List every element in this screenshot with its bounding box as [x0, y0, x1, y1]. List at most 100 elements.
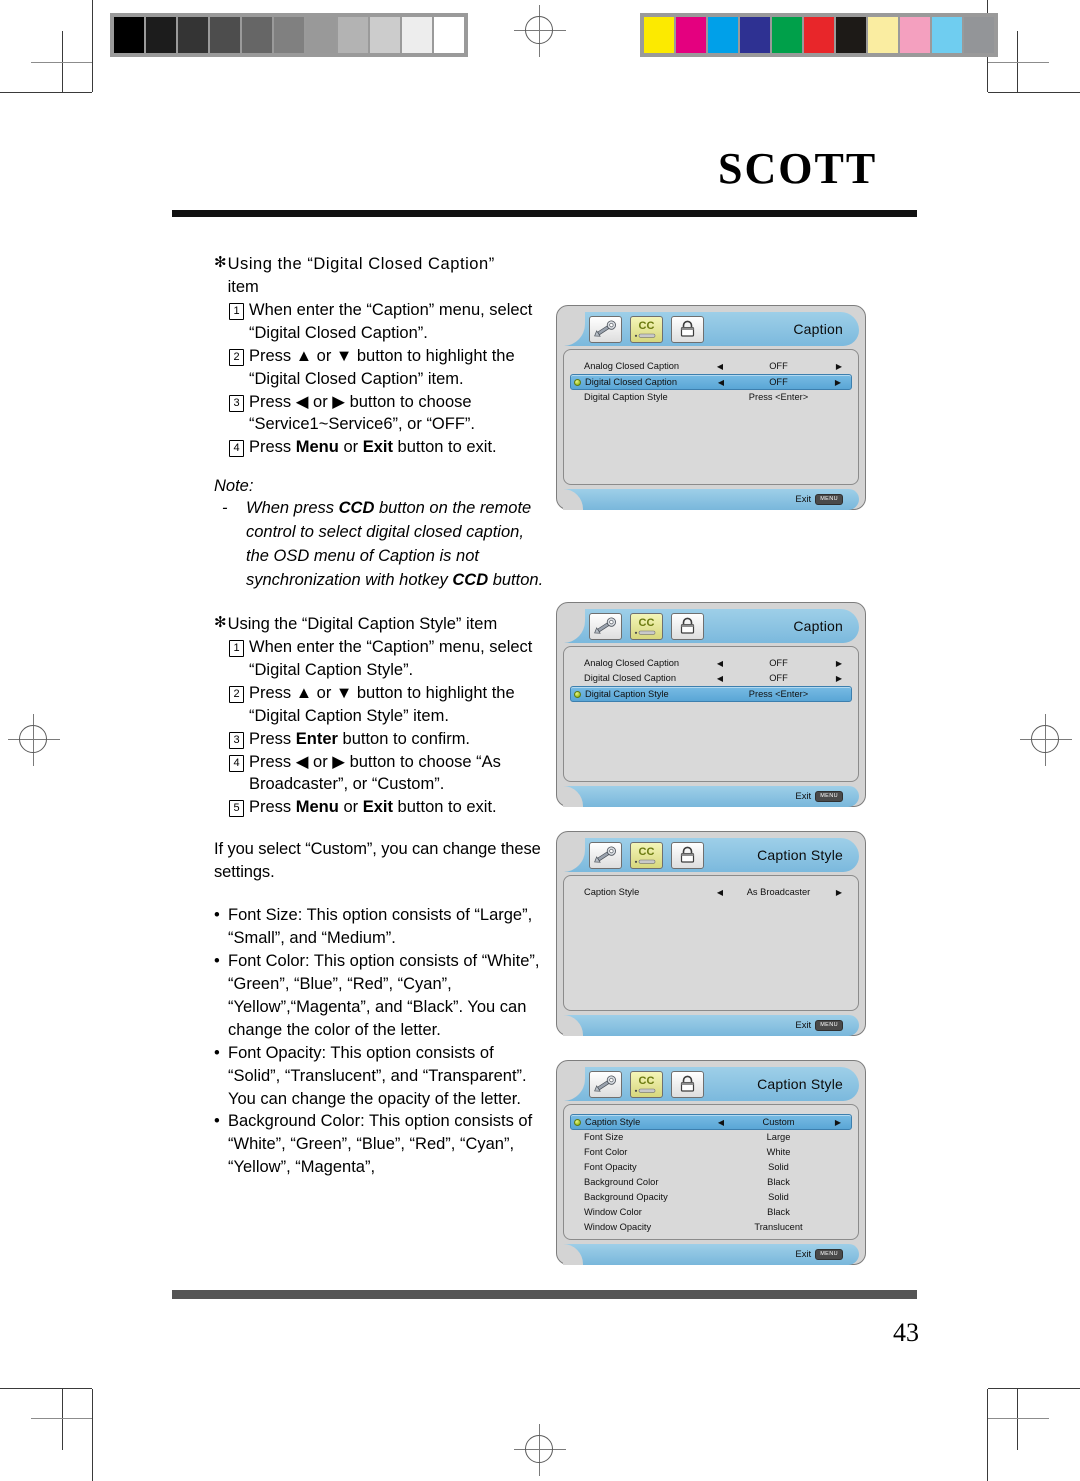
osd-footer: Exit MENU [563, 1015, 859, 1036]
osd-panel-caption-digital-caption-style[interactable]: CC Caption Analog Closed Caption ◀ OFF ▶ Digit… [556, 602, 866, 807]
list-item: 1 When enter the “Caption” menu, select … [214, 636, 544, 682]
osd-menu-row[interactable]: Digital Caption Style Press <Enter> [570, 686, 852, 702]
osd-menu-row[interactable]: Font Color White [570, 1145, 852, 1159]
osd-menu-row[interactable]: Window Color Black [570, 1205, 852, 1219]
key-exit: Exit [362, 438, 393, 457]
osd-row-value: Solid [768, 1162, 789, 1172]
left-arrow-icon[interactable]: ◀ [712, 659, 728, 668]
osd-row-value: Black [767, 1207, 790, 1217]
right-arrow-icon[interactable]: ▶ [828, 378, 848, 387]
osd-row-label: Digital Closed Caption [584, 673, 676, 683]
brand-logo: SCOTT [718, 144, 878, 193]
color-swatch-6 [836, 17, 866, 53]
right-arrow-icon[interactable]: ▶ [829, 888, 849, 897]
osd-panel-caption-digital-closed-caption[interactable]: CC Caption Analog Closed Caption ◀ OFF ▶ Digit… [556, 305, 866, 510]
list-item: • Font Color: This option consists of “W… [214, 950, 544, 1042]
osd-footer: Exit MENU [563, 489, 859, 510]
osd-menu-row[interactable]: Analog Closed Caption ◀ OFF ▶ [570, 359, 852, 373]
color-swatch-2 [708, 17, 738, 53]
grayscale-swatch-5 [274, 17, 304, 53]
list-item: • Font Opacity: This option consists of … [214, 1042, 544, 1111]
osd-panel-caption-style-custom[interactable]: CC Caption Style Caption Style ◀ Custom ▶ Font… [556, 1060, 866, 1265]
wrench-icon[interactable] [589, 841, 622, 869]
osd-title: Caption Style [757, 1076, 843, 1092]
svg-text:CC: CC [639, 320, 655, 332]
osd-title: Caption [793, 618, 843, 634]
lock-icon-svg [680, 617, 695, 634]
osd-menu-row[interactable]: Window Opacity Translucent [570, 1220, 852, 1234]
step-number: 3 [229, 731, 244, 749]
osd-menu-row[interactable]: Font Opacity Solid [570, 1160, 852, 1174]
left-arrow-icon[interactable]: ◀ [713, 1118, 729, 1127]
bullet-icon: • [214, 1043, 220, 1062]
list-item: • Font Size: This option consists of “La… [214, 904, 544, 950]
osd-menu-row[interactable]: Caption Style ◀ Custom ▶ [570, 1114, 852, 1130]
osd-menu-row[interactable]: Background Opacity Solid [570, 1190, 852, 1204]
osd-menu-row[interactable]: Digital Closed Caption ◀ OFF ▶ [570, 671, 852, 685]
step-number: 4 [229, 754, 244, 772]
color-swatch-5 [804, 17, 834, 53]
cc-icon[interactable]: CC [630, 612, 663, 640]
step-text: Press Menu or Exit button to exit. [249, 436, 497, 459]
wrench-icon[interactable] [589, 1070, 622, 1098]
left-arrow-icon[interactable]: ◀ [712, 362, 728, 371]
osd-menu-row[interactable]: Background Color Black [570, 1175, 852, 1189]
cc-icon-svg: CC [634, 320, 656, 338]
page-number: 43 [893, 1318, 919, 1347]
left-arrow-icon[interactable]: ◀ [712, 888, 728, 897]
step-number: 2 [229, 685, 244, 703]
cc-icon[interactable]: CC [630, 315, 663, 343]
step-text: Press ▲ or ▼ button to highlight the “Di… [249, 683, 515, 725]
osd-menu-row[interactable]: Font Size Large [570, 1130, 852, 1144]
step-text-post: button to confirm. [337, 729, 471, 748]
osd-menu-list: Analog Closed Caption ◀ OFF ▶ Digital Closed… [563, 349, 859, 485]
step-text: When enter the “Caption” menu, select “D… [249, 637, 533, 679]
osd-header: CC Caption [563, 312, 859, 346]
step-text: Press Enter button to confirm. [249, 728, 470, 751]
right-arrow-icon[interactable]: ▶ [829, 659, 849, 668]
bullet-icon: • [214, 1112, 220, 1131]
osd-menu-row[interactable]: Analog Closed Caption ◀ OFF ▶ [570, 656, 852, 670]
note-body: - When press CCD button on the remote co… [214, 497, 544, 593]
osd-menu-row[interactable]: Digital Closed Caption ◀ OFF ▶ [570, 374, 852, 390]
lock-icon[interactable] [671, 612, 704, 640]
osd-icon-tabs: CC [589, 841, 704, 869]
wrench-icon[interactable] [589, 315, 622, 343]
left-arrow-icon[interactable]: ◀ [713, 378, 729, 387]
osd-row-value: OFF [769, 673, 788, 683]
menu-key-badge[interactable]: MENU [815, 1248, 843, 1261]
osd-row-value: OFF [769, 658, 788, 668]
osd-row-value: As Broadcaster [746, 887, 811, 897]
note-text-post: button. [488, 571, 544, 590]
bullet-text: Background Color: This option consists o… [228, 1112, 533, 1177]
osd-menu-list: Caption Style ◀ Custom ▶ Font Size Large Font … [563, 1104, 859, 1240]
osd-row-value: Press <Enter> [748, 689, 809, 699]
step-number: 3 [229, 394, 244, 412]
right-arrow-icon[interactable]: ▶ [828, 1118, 848, 1127]
osd-menu-row[interactable]: Digital Caption Style Press <Enter> [570, 390, 852, 404]
menu-key-badge[interactable]: MENU [815, 790, 843, 803]
osd-menu-row[interactable]: Caption Style ◀ As Broadcaster ▶ [570, 885, 852, 899]
osd-icon-tabs: CC [589, 612, 704, 640]
menu-key-badge[interactable]: MENU [815, 493, 843, 506]
grayscale-swatch-1 [146, 17, 176, 53]
right-arrow-icon[interactable]: ▶ [829, 362, 849, 371]
lock-icon[interactable] [671, 315, 704, 343]
cc-icon[interactable]: CC [630, 841, 663, 869]
lock-icon[interactable] [671, 841, 704, 869]
crop-mark-bottom-left [0, 1361, 120, 1481]
osd-icon-tabs: CC [589, 1070, 704, 1098]
left-arrow-icon[interactable]: ◀ [712, 674, 728, 683]
right-arrow-icon[interactable]: ▶ [829, 674, 849, 683]
osd-panel-caption-style-as-broadcaster[interactable]: CC Caption Style Caption Style ◀ As Broadcas… [556, 831, 866, 1036]
list-item: 4 Press ◀ or ▶ button to choose “As Broa… [214, 751, 544, 797]
wrench-icon[interactable] [589, 612, 622, 640]
osd-row-label: Digital Caption Style [584, 392, 668, 402]
section-heading-digital-caption-style: ✻ Using the “Digital Caption Style” item [214, 613, 544, 636]
list-item: 2 Press ▲ or ▼ button to highlight the “… [214, 682, 544, 728]
lock-icon[interactable] [671, 1070, 704, 1098]
key-menu: Menu [295, 438, 339, 457]
cc-icon[interactable]: CC [630, 1070, 663, 1098]
osd-menu-list: Caption Style ◀ As Broadcaster ▶ [563, 875, 859, 1011]
menu-key-badge[interactable]: MENU [815, 1019, 843, 1032]
